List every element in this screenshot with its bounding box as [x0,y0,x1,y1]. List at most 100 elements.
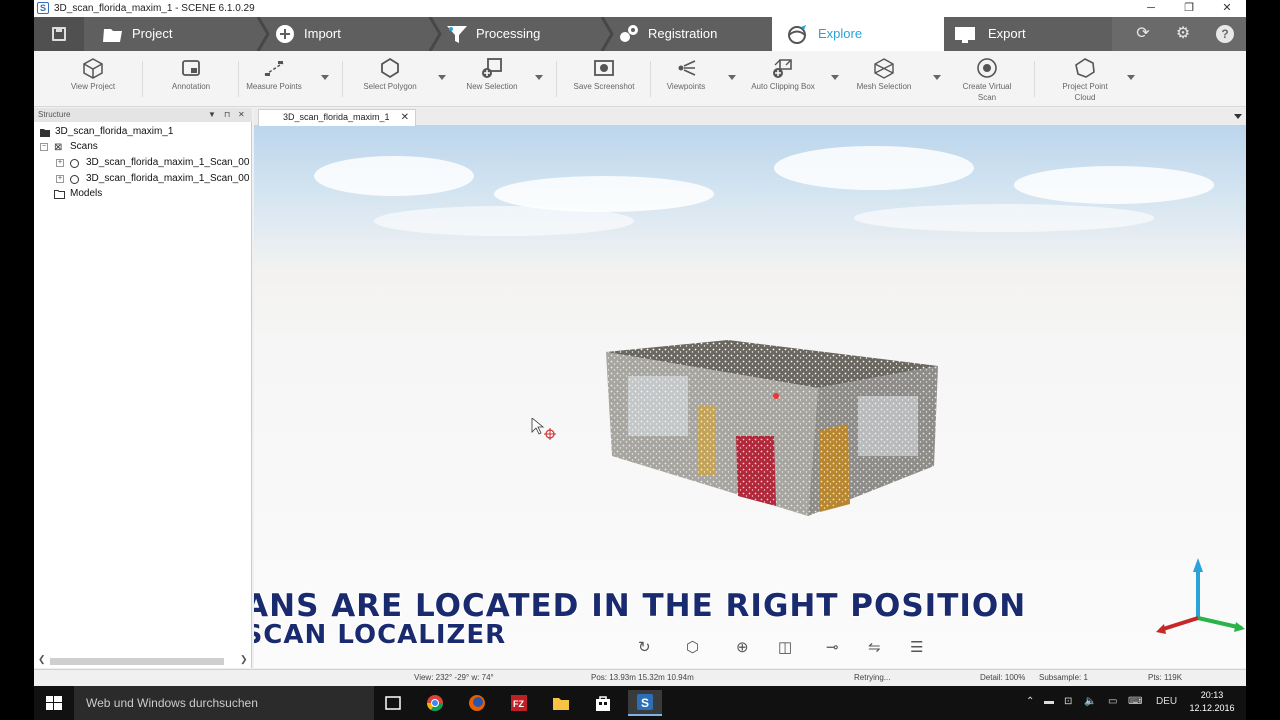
tab-explore[interactable]: Explore [772,17,944,51]
gear-icon[interactable]: ⚙ [1174,25,1192,43]
panel-close-icon[interactable]: ✕ [238,108,245,122]
toolbar-divider [1034,61,1035,97]
window-title: 3D_scan_florida_maxim_1 - SCENE 6.1.0.29 [54,3,255,14]
tree-models-label: Models [70,188,103,199]
restore-button[interactable]: ❐ [1170,0,1208,17]
keyboard-icon[interactable]: ⌨ [1128,696,1142,707]
document-tab-close-icon[interactable]: ✕ [401,110,409,125]
windows-logo-icon [46,696,62,710]
tab-processing[interactable]: Processing [446,17,596,51]
structure-title: Structure [38,110,71,119]
fly-mode-icon[interactable]: ⇋ [868,638,881,656]
3d-viewport[interactable]: THE SCANS ARE LOCATED IN THE RIGHT POSIT… [254,126,1246,668]
navigation-cursor-icon [531,418,556,440]
taskbar-clock[interactable]: 20:13 12.12.2016 [1182,689,1242,715]
view-cube-icon[interactable]: ⬡ [686,638,699,656]
tab-separator [600,17,614,51]
tab-export[interactable]: Export [954,17,1104,51]
tab-export-label: Export [988,26,1026,41]
start-button[interactable] [34,686,74,720]
tree-scans-label: Scans [70,141,98,152]
minimize-button[interactable]: ─ [1132,0,1170,17]
auto-clipping-box-button[interactable]: Auto Clipping Box [744,51,822,107]
network-icon[interactable]: ⊡ [1064,696,1072,707]
tab-separator [428,17,442,51]
clipping-box-view-icon[interactable]: ◫ [778,638,792,656]
status-subsample: Subsample: 1 [1039,673,1088,682]
taskbar-search-box[interactable]: Web und Windows durchsuchen [74,686,374,720]
view-project-button[interactable]: View Project [60,51,126,107]
notifications-icon[interactable]: ▭ [1108,696,1117,707]
new-selection-dropdown[interactable] [535,75,543,80]
pivot-icon[interactable]: ⊸ [826,638,839,656]
new-selection-button[interactable]: New Selection [458,51,526,107]
tray-app-icon[interactable]: ▬ [1044,696,1054,707]
tree-root-label: 3D_scan_florida_maxim_1 [55,126,174,137]
chrome-app-button[interactable] [418,690,452,716]
scan-2-expander[interactable]: + [56,175,64,183]
project-point-cloud-dropdown[interactable] [1127,75,1135,80]
rotate-mode-icon[interactable]: ↻ [638,638,651,656]
document-tab-dropdown[interactable] [1234,114,1242,119]
tab-explore-label: Explore [818,26,863,41]
measure-points-dropdown[interactable] [321,75,329,80]
filezilla-app-button[interactable]: FZ [502,690,536,716]
scene-app-button[interactable]: S [628,690,662,716]
store-app-button[interactable] [586,690,620,716]
scans-expander[interactable]: − [40,143,48,151]
mesh-selection-button[interactable]: Mesh Selection [848,51,920,107]
project-point-cloud-button[interactable]: Project Point Cloud [1050,51,1120,107]
firefox-app-button[interactable] [460,690,494,716]
project-point-cloud-label-line1: Project Point [1062,82,1108,91]
status-view: View: 232° -29° w: 74° [414,673,494,682]
auto-clipping-box-dropdown[interactable] [831,75,839,80]
refresh-icon[interactable]: ⟳ [1134,25,1152,43]
pin-icon[interactable]: ⊓ [224,108,230,122]
help-icon[interactable]: ? [1216,25,1234,43]
language-indicator[interactable]: DEU [1156,696,1177,707]
create-virtual-scan-button[interactable]: Create Virtual Scan [952,51,1022,107]
viewpoints-label: Viewpoints [666,82,706,91]
status-position: Pos: 13.93m 15.32m 10.94m [591,673,694,682]
document-tab-label: 3D_scan_florida_maxim_1 [283,112,390,122]
save-screenshot-button[interactable]: Save Screenshot [568,51,640,107]
select-polygon-dropdown[interactable] [438,75,446,80]
annotation-button[interactable]: Annotation [158,51,224,107]
tab-registration[interactable]: Registration [618,17,768,51]
ribbon-right-controls: ⟳ ⚙ ? [1112,17,1246,51]
clipping-box-icon [773,59,792,78]
mesh-selection-dropdown[interactable] [933,75,941,80]
viewpoints-button[interactable]: Viewpoints [654,51,718,107]
project-folder-icon [40,129,50,137]
viewport-settings-icon[interactable]: ☰ [910,638,923,656]
structure-horizontal-scrollbar[interactable]: ❮ ❯ [38,654,248,666]
viewpoints-dropdown[interactable] [728,75,736,80]
virtual-scan-icon [977,58,997,78]
tray-expand-icon[interactable]: ⌃ [1026,696,1034,707]
ribbon-tabs: Project Import Processing Registration E… [34,17,1246,51]
close-button[interactable]: ✕ [1208,0,1246,17]
scroll-right-icon[interactable]: ❯ [240,654,248,665]
task-view-icon [385,696,401,710]
file-explorer-app-button[interactable] [544,690,578,716]
scan-1-expander[interactable]: + [56,159,64,167]
status-detail: Detail: 100% [980,673,1026,682]
panel-dropdown-icon[interactable]: ▼ [208,108,216,122]
scrollbar-thumb[interactable] [50,658,224,665]
status-points: Pts: 119K [1148,673,1183,682]
tab-project[interactable]: Project [102,17,252,51]
select-polygon-button[interactable]: Select Polygon [356,51,424,107]
scene-app-icon: S [37,2,49,14]
measure-points-button[interactable]: Measure Points [238,51,310,107]
tab-import[interactable]: Import [274,17,424,51]
save-project-button[interactable] [34,17,84,51]
status-state: Retrying... [854,673,891,682]
zoom-icon[interactable]: ⊕ [736,638,749,656]
document-tab[interactable]: 3D_scan_florida_maxim_1 ✕ [258,109,416,126]
sky-cloud [374,206,634,236]
scroll-left-icon[interactable]: ❮ [38,654,46,665]
point-cloud-building [606,340,938,516]
task-view-button[interactable] [376,690,410,716]
create-virtual-scan-label-line1: Create Virtual [962,82,1012,91]
volume-icon[interactable]: 🔈 [1084,696,1096,707]
